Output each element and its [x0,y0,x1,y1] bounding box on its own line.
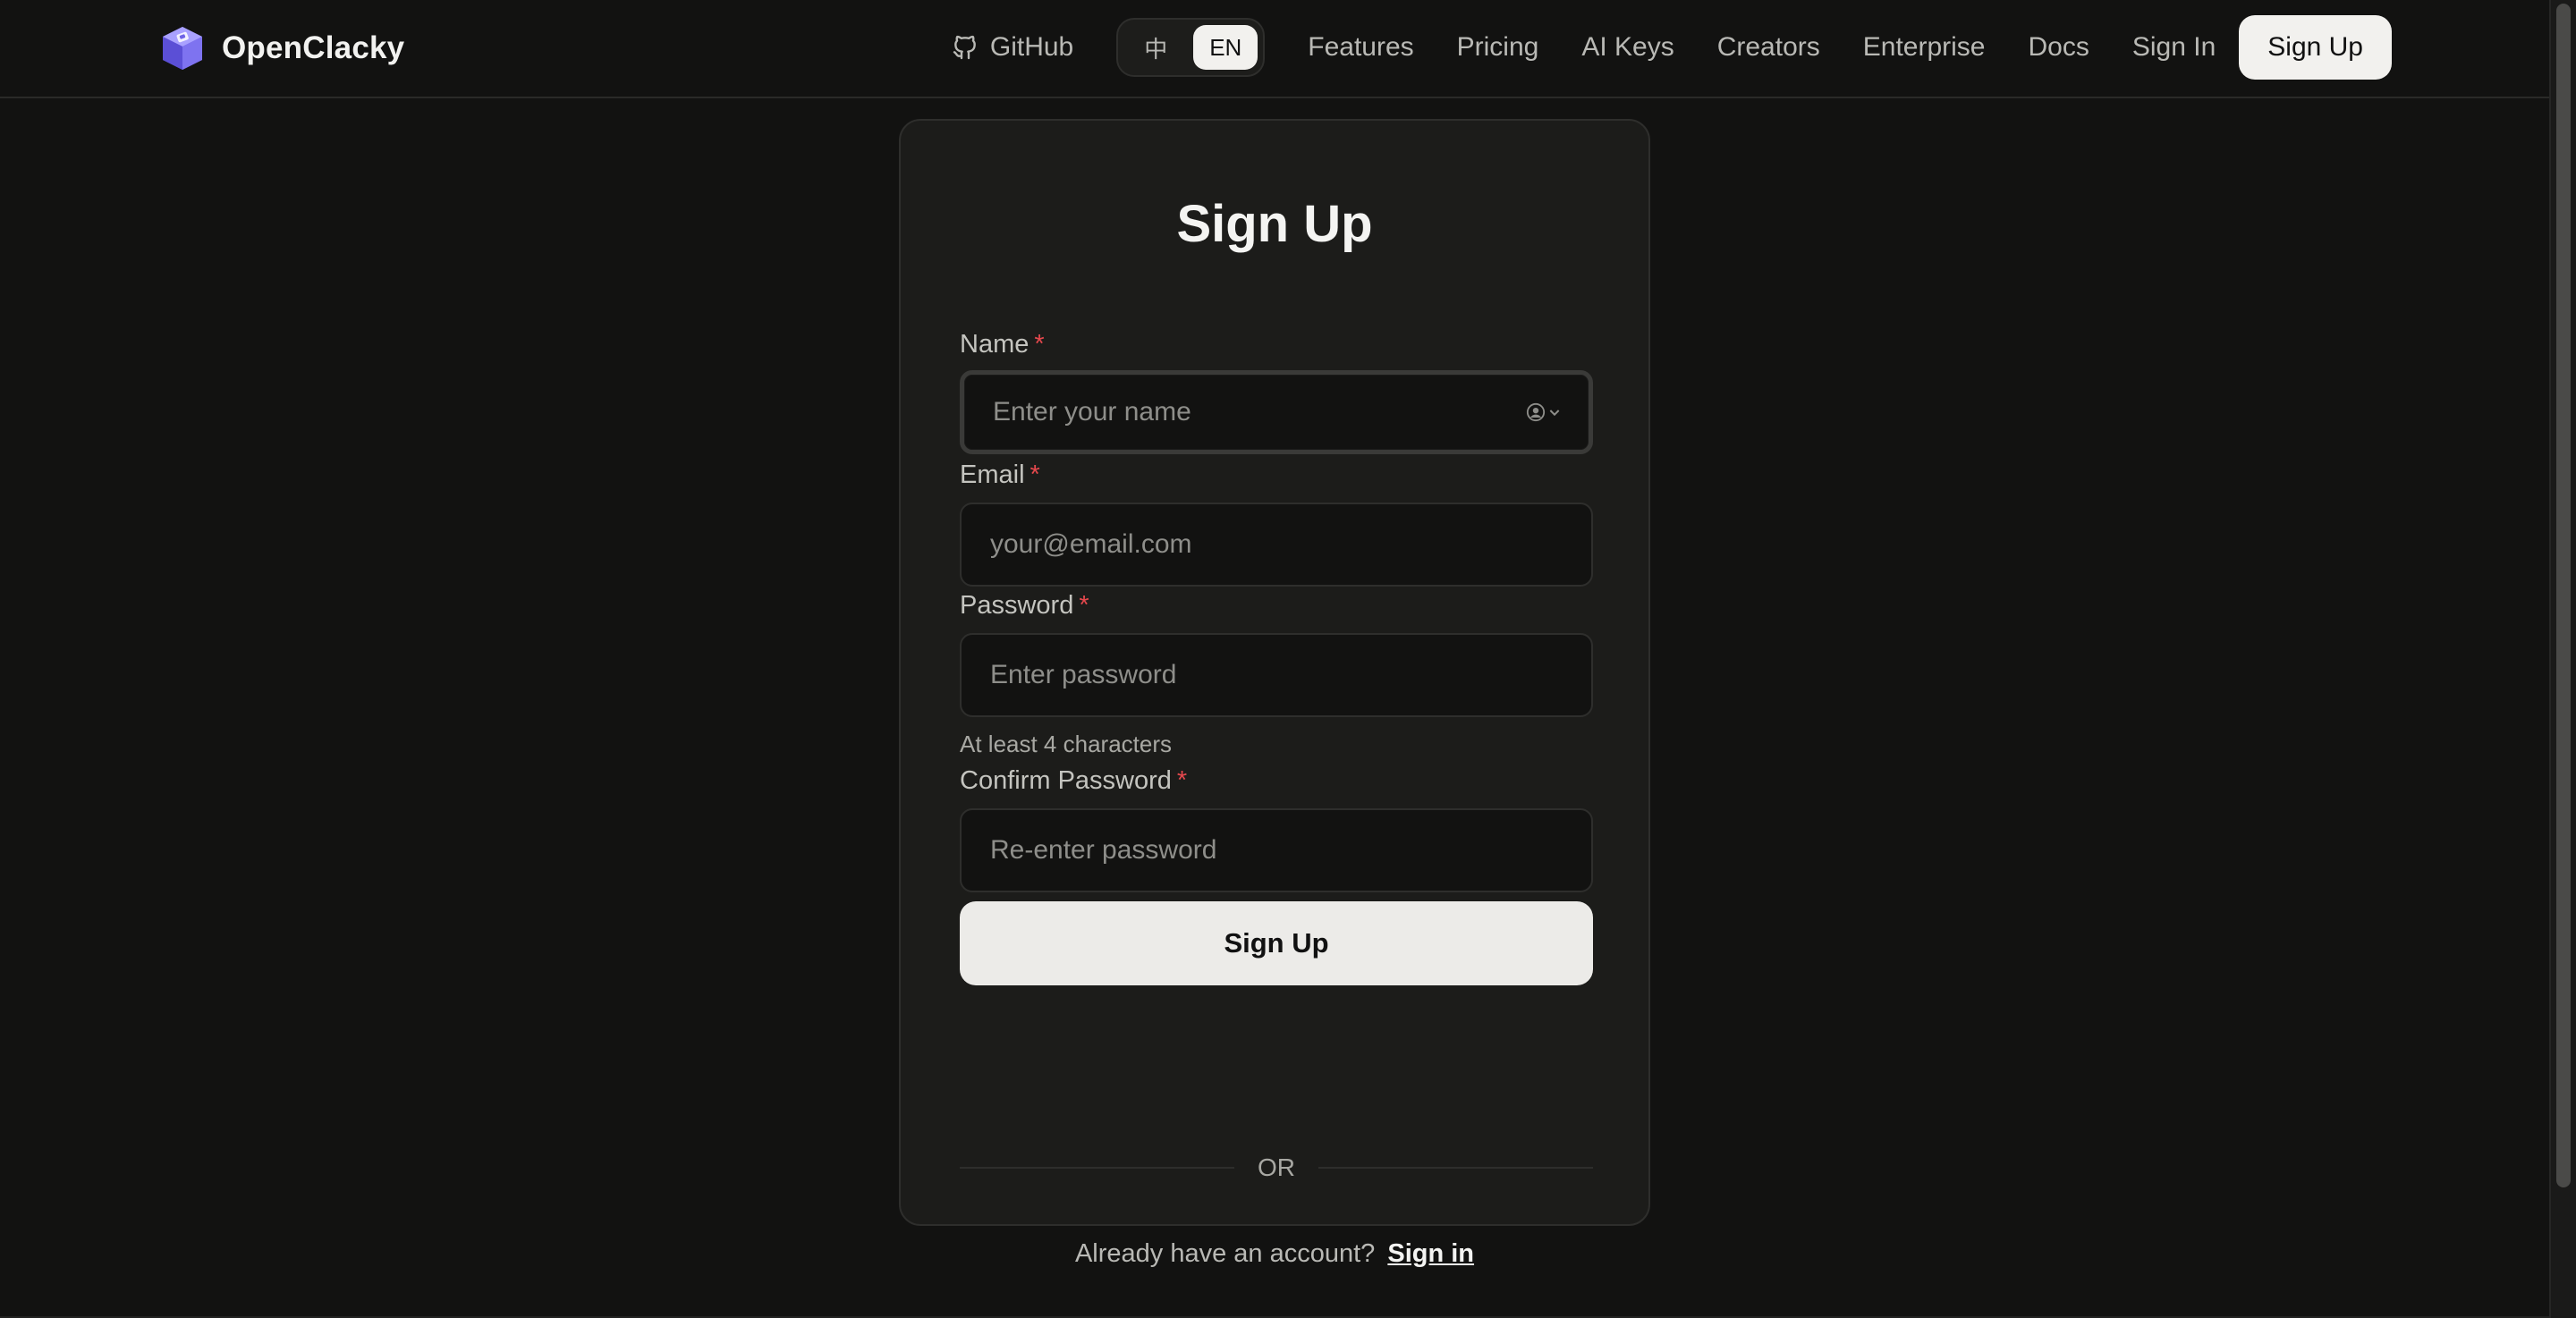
required-mark: * [1030,460,1040,489]
email-field[interactable] [960,503,1593,587]
password-hint: At least 4 characters [960,731,1172,757]
github-icon [953,35,976,60]
required-mark: * [1079,591,1089,620]
signin-link[interactable]: Sign in [1387,1239,1474,1268]
nav-link-sign-in[interactable]: Sign In [2132,32,2216,63]
email-input[interactable] [988,528,1564,561]
nav-link-docs[interactable]: Docs [2029,32,2089,63]
password-field[interactable] [960,633,1593,717]
brand-name: OpenClacky [222,30,405,65]
brand-logo[interactable]: OpenClacky [157,23,404,73]
signin-prompt: Already have an account? Sign in [901,1239,1648,1269]
required-mark: * [1034,330,1045,359]
top-header: OpenClacky GitHub 中 EN Features Pricing … [0,0,2549,98]
or-divider: OR [960,1153,1593,1182]
name-label: Name * [960,330,1045,359]
person-circle-icon [1526,402,1546,422]
divider-text: OR [1258,1153,1295,1181]
confirm-password-label-text: Confirm Password [960,766,1172,795]
password-label: Password * [960,591,1089,621]
password-input[interactable] [988,659,1564,691]
confirm-password-label: Confirm Password * [960,766,1187,796]
page-title: Sign Up [1176,195,1373,253]
required-mark: * [1176,766,1188,795]
signup-card: Sign Up Name* Email* Password* At least … [899,119,1650,1268]
cube-logo-icon [163,27,202,70]
email-label: Email * [960,460,1040,490]
name-field[interactable] [960,370,1593,454]
nav-link-creators[interactable]: Creators [1717,32,1820,63]
signin-prompt-text: Already have an account? [1074,1239,1376,1268]
nav-link-pricing[interactable]: Pricing [1457,32,1539,63]
divider-line-left [960,1167,1234,1169]
divider-line-right [1318,1167,1593,1169]
nav-link-ai-keys[interactable]: AI Keys [1581,32,1674,63]
name-input[interactable] [991,396,1526,428]
top-nav: GitHub 中 EN Features Pricing AI Keys Cre… [951,15,2392,80]
scrollbar-thumb[interactable] [2556,4,2571,1187]
signup-submit-button[interactable]: Sign Up [960,901,1593,985]
confirm-password-input[interactable] [988,834,1564,866]
nav-link-enterprise[interactable]: Enterprise [1863,32,1986,63]
confirm-password-field[interactable] [960,808,1593,892]
lang-option-zh[interactable]: 中 [1123,25,1188,70]
password-label-text: Password [960,591,1074,620]
nav-link-features[interactable]: Features [1308,32,1413,63]
language-toggle: 中 EN [1116,18,1266,77]
name-label-text: Name [960,330,1030,359]
contact-autofill-icon[interactable] [1526,402,1562,422]
header-signup-button[interactable]: Sign Up [2239,15,2392,80]
github-link[interactable]: GitHub [951,32,1073,63]
chevron-down-icon [1549,410,1560,417]
github-label: GitHub [989,32,1074,62]
email-label-text: Email [960,460,1025,489]
page-scrollbar[interactable] [2549,0,2576,1318]
lang-option-en[interactable]: EN [1193,25,1258,70]
